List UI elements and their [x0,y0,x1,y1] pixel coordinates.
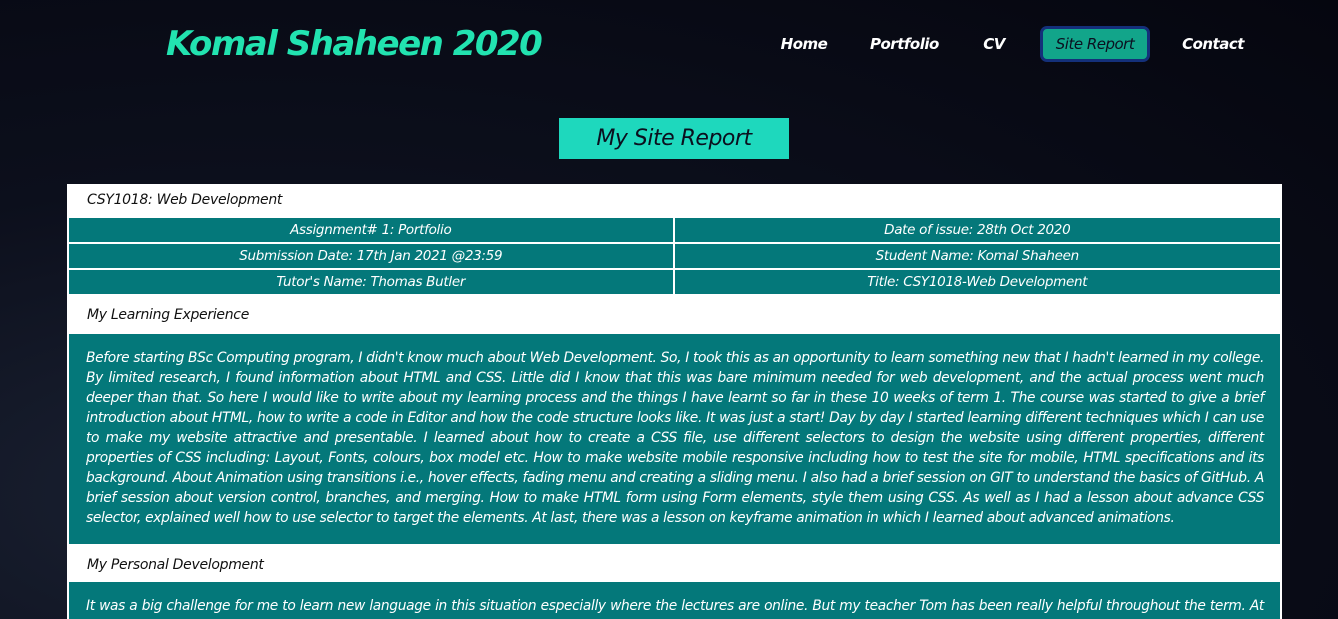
submission-date-cell: Submission Date: 17th Jan 2021 @23:59 [69,244,675,268]
personal-development-heading: My Personal Development [87,557,264,573]
nav-home[interactable]: Home [780,26,828,62]
nav-contact[interactable]: Contact [1182,26,1244,62]
table-row: Assignment# 1: Portfolio Date of issue: … [69,218,1280,242]
tutor-name-cell: Tutor's Name: Thomas Butler [69,270,675,294]
table-row: Tutor's Name: Thomas Butler Title: CSY10… [69,270,1280,294]
date-of-issue-cell: Date of issue: 28th Oct 2020 [674,218,1280,242]
nav-cv[interactable]: CV [980,26,1008,62]
page-title: My Site Report [559,118,789,159]
learning-experience-text: Before starting BSc Computing program, I… [69,334,1280,544]
learning-experience-heading: My Learning Experience [87,307,250,323]
main-nav: Home Portfolio CV Site Report Contact [760,26,1260,64]
assignment-info-table: Assignment# 1: Portfolio Date of issue: … [69,216,1280,296]
module-title: CSY1018: Web Development [87,192,283,208]
report-panel: CSY1018: Web Development Assignment# 1: … [67,184,1282,619]
personal-development-text: It was a big challenge for me to learn n… [69,582,1280,619]
nav-site-report[interactable]: Site Report [1040,26,1150,62]
table-row: Submission Date: 17th Jan 2021 @23:59 St… [69,244,1280,268]
site-logo[interactable]: Komal Shaheen 2020 [166,24,543,64]
site-header: Komal Shaheen 2020 Home Portfolio CV Sit… [0,0,1338,95]
nav-portfolio[interactable]: Portfolio [870,26,939,62]
student-name-cell: Student Name: Komal Shaheen [674,244,1280,268]
assignment-cell: Assignment# 1: Portfolio [69,218,675,242]
title-cell: Title: CSY1018-Web Development [674,270,1280,294]
